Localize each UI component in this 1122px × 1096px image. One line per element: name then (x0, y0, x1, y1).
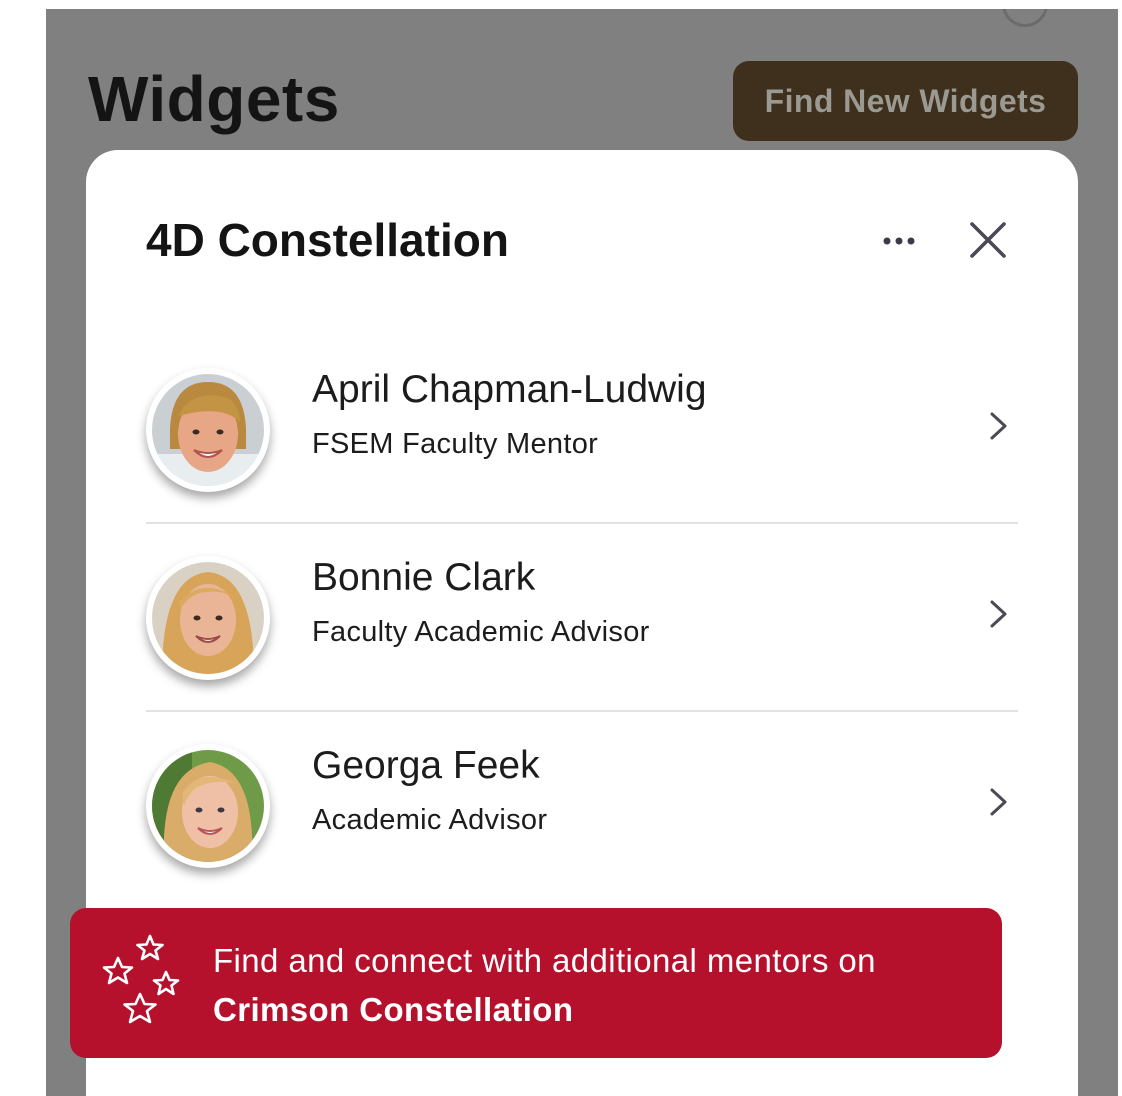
mentor-row[interactable]: April Chapman-Ludwig FSEM Faculty Mentor (146, 336, 1018, 524)
mentor-name: April Chapman-Ludwig (312, 368, 707, 411)
status-indicator (1002, 9, 1048, 27)
mentor-role: Academic Advisor (312, 804, 548, 836)
mentor-role: Faculty Academic Advisor (312, 616, 650, 648)
close-icon (970, 222, 1006, 258)
chevron-right-icon (990, 412, 1007, 440)
mentor-role: FSEM Faculty Mentor (312, 428, 599, 460)
banner-message: Find and connect with additional mentors… (213, 942, 876, 979)
mentor-name: Georga Feek (312, 744, 540, 787)
mentor-name: Bonnie Clark (312, 556, 536, 599)
crimson-constellation-banner[interactable]: Find and connect with additional mentors… (70, 908, 1002, 1058)
avatar (146, 744, 270, 868)
ellipsis-icon (883, 237, 915, 245)
avatar (146, 556, 270, 680)
mentor-row[interactable]: Bonnie Clark Faculty Academic Advisor (146, 524, 1018, 712)
more-options-button[interactable] (872, 224, 926, 258)
close-button[interactable] (964, 216, 1012, 264)
stars-icon (102, 934, 180, 1024)
widget-title: 4D Constellation (146, 214, 509, 266)
chevron-right-icon (990, 788, 1007, 816)
chevron-right-icon (990, 600, 1007, 628)
banner-text: Find and connect with additional mentors… (213, 936, 876, 1034)
mentor-list: April Chapman-Ludwig FSEM Faculty Mentor (146, 336, 1018, 898)
mentor-row[interactable]: Georga Feek Academic Advisor (146, 712, 1018, 898)
avatar (146, 368, 270, 492)
crimson-constellation-link[interactable]: Crimson Constellation (213, 985, 876, 1034)
find-new-widgets-button[interactable]: Find New Widgets (733, 61, 1078, 141)
page-title: Widgets (88, 63, 340, 135)
